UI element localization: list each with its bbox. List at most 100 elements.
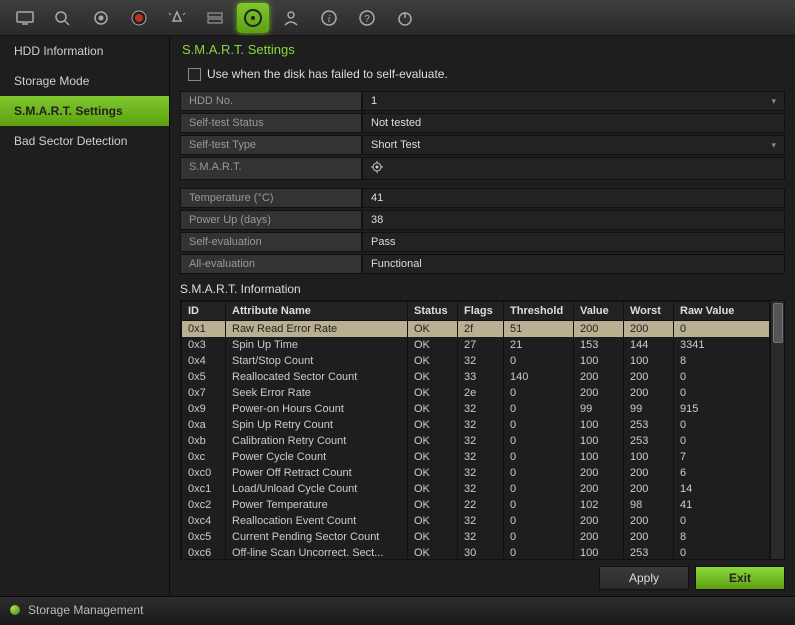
gear-icon xyxy=(371,161,383,176)
hdd-no-label: HDD No. xyxy=(180,91,362,111)
table-row[interactable]: 0x1Raw Read Error RateOK2f512002000 xyxy=(182,321,770,338)
table-row[interactable]: 0xc0Power Off Retract CountOK3202002006 xyxy=(182,465,770,481)
th-value[interactable]: Value xyxy=(574,302,624,321)
table-row[interactable]: 0xc6Off-line Scan Uncorrect. Sect...OK30… xyxy=(182,545,770,560)
cell-worst: 99 xyxy=(624,401,674,417)
self-test-type-label: Self-test Type xyxy=(180,135,362,155)
search-icon[interactable] xyxy=(47,3,79,33)
cell-flags: 32 xyxy=(458,353,504,369)
cell-flags: 30 xyxy=(458,545,504,560)
monitor-icon[interactable] xyxy=(9,3,41,33)
cell-status: OK xyxy=(408,401,458,417)
table-row[interactable]: 0xc5Current Pending Sector CountOK320200… xyxy=(182,529,770,545)
cell-threshold: 0 xyxy=(504,497,574,513)
table-row[interactable]: 0x5Reallocated Sector CountOK33140200200… xyxy=(182,369,770,385)
cell-value: 100 xyxy=(574,545,624,560)
cell-raw: 915 xyxy=(674,401,770,417)
cell-worst: 200 xyxy=(624,513,674,529)
hdd-no-select[interactable]: 1 xyxy=(362,91,785,111)
sidebar-item-smart-settings[interactable]: S.M.A.R.T. Settings xyxy=(0,96,169,126)
table-row[interactable]: 0x9Power-on Hours CountOK3209999915 xyxy=(182,401,770,417)
table-row[interactable]: 0xcPower Cycle CountOK3201001007 xyxy=(182,449,770,465)
cell-status: OK xyxy=(408,417,458,433)
cell-status: OK xyxy=(408,497,458,513)
status-bar-text: Storage Management xyxy=(28,603,143,617)
cell-name: Power Off Retract Count xyxy=(226,465,408,481)
sidebar-item-storage-mode[interactable]: Storage Mode xyxy=(0,66,169,96)
th-flags[interactable]: Flags xyxy=(458,302,504,321)
th-worst[interactable]: Worst xyxy=(624,302,674,321)
table-row[interactable]: 0xc1Load/Unload Cycle CountOK32020020014 xyxy=(182,481,770,497)
disk-icon[interactable] xyxy=(237,3,269,33)
table-row[interactable]: 0xbCalibration Retry CountOK3201002530 xyxy=(182,433,770,449)
smart-action[interactable] xyxy=(362,157,785,180)
cell-value: 200 xyxy=(574,321,624,338)
cell-id: 0xc2 xyxy=(182,497,226,513)
cell-worst: 253 xyxy=(624,417,674,433)
cell-flags: 32 xyxy=(458,417,504,433)
table-row[interactable]: 0xc4Reallocation Event CountOK3202002000 xyxy=(182,513,770,529)
sidebar-item-hdd-info[interactable]: HDD Information xyxy=(0,36,169,66)
cell-value: 100 xyxy=(574,433,624,449)
cell-status: OK xyxy=(408,433,458,449)
cell-raw: 0 xyxy=(674,545,770,560)
cell-name: Calibration Retry Count xyxy=(226,433,408,449)
th-attribute[interactable]: Attribute Name xyxy=(226,302,408,321)
cell-flags: 32 xyxy=(458,529,504,545)
sidebar-item-bad-sector[interactable]: Bad Sector Detection xyxy=(0,126,169,156)
th-id[interactable]: ID xyxy=(182,302,226,321)
cell-value: 200 xyxy=(574,465,624,481)
sidebar: HDD Information Storage Mode S.M.A.R.T. … xyxy=(0,36,170,596)
power-up-value: 38 xyxy=(362,210,785,230)
table-scrollbar[interactable] xyxy=(770,301,784,559)
cell-worst: 200 xyxy=(624,465,674,481)
cell-worst: 200 xyxy=(624,385,674,401)
cell-threshold: 0 xyxy=(504,465,574,481)
alarm-icon[interactable] xyxy=(161,3,193,33)
th-status[interactable]: Status xyxy=(408,302,458,321)
status-bar: Storage Management xyxy=(0,596,795,622)
cell-name: Power Cycle Count xyxy=(226,449,408,465)
user-icon[interactable] xyxy=(275,3,307,33)
table-row[interactable]: 0x3Spin Up TimeOK27211531443341 xyxy=(182,337,770,353)
cell-raw: 14 xyxy=(674,481,770,497)
cell-name: Raw Read Error Rate xyxy=(226,321,408,338)
record-icon[interactable] xyxy=(123,3,155,33)
cell-status: OK xyxy=(408,369,458,385)
scrollbar-thumb[interactable] xyxy=(773,303,783,343)
cell-worst: 200 xyxy=(624,321,674,338)
exit-button[interactable]: Exit xyxy=(695,566,785,590)
camera-icon[interactable] xyxy=(85,3,117,33)
th-raw[interactable]: Raw Value xyxy=(674,302,770,321)
cell-raw: 7 xyxy=(674,449,770,465)
cell-threshold: 0 xyxy=(504,401,574,417)
cell-raw: 0 xyxy=(674,321,770,338)
cell-worst: 200 xyxy=(624,529,674,545)
table-row[interactable]: 0xaSpin Up Retry CountOK3201002530 xyxy=(182,417,770,433)
failed-self-evaluate-checkbox[interactable] xyxy=(188,68,201,81)
cell-worst: 100 xyxy=(624,449,674,465)
cell-value: 200 xyxy=(574,513,624,529)
temperature-label: Temperature (°C) xyxy=(180,188,362,208)
cell-value: 200 xyxy=(574,481,624,497)
cell-id: 0xc0 xyxy=(182,465,226,481)
cell-id: 0xc6 xyxy=(182,545,226,560)
help-icon[interactable]: ? xyxy=(351,3,383,33)
cell-value: 99 xyxy=(574,401,624,417)
cell-worst: 100 xyxy=(624,353,674,369)
table-row[interactable]: 0x4Start/Stop CountOK3201001008 xyxy=(182,353,770,369)
th-threshold[interactable]: Threshold xyxy=(504,302,574,321)
cell-status: OK xyxy=(408,513,458,529)
page-title: S.M.A.R.T. Settings xyxy=(170,36,795,63)
cell-flags: 32 xyxy=(458,513,504,529)
cell-threshold: 0 xyxy=(504,481,574,497)
network-icon[interactable] xyxy=(199,3,231,33)
svg-text:i: i xyxy=(328,14,331,25)
apply-button[interactable]: Apply xyxy=(599,566,689,590)
cell-id: 0xc xyxy=(182,449,226,465)
info-icon[interactable]: i xyxy=(313,3,345,33)
table-row[interactable]: 0xc2Power TemperatureOK2201029841 xyxy=(182,497,770,513)
power-icon[interactable] xyxy=(389,3,421,33)
self-test-type-select[interactable]: Short Test xyxy=(362,135,785,155)
table-row[interactable]: 0x7Seek Error RateOK2e02002000 xyxy=(182,385,770,401)
